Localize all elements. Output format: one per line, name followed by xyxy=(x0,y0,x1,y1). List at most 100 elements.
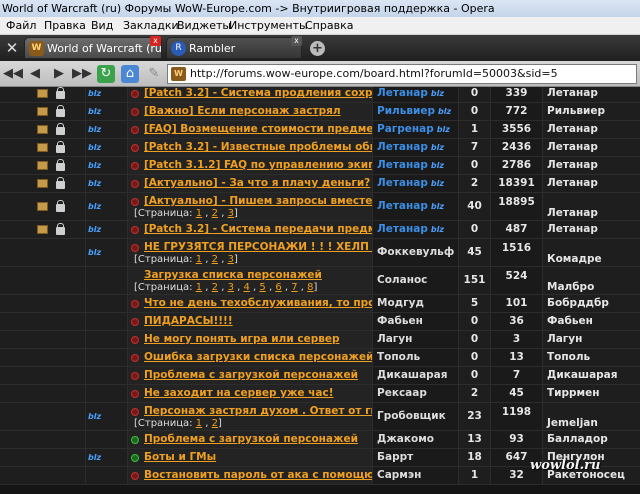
page-link[interactable]: 3 xyxy=(228,282,234,293)
last-poster[interactable]: Лагун xyxy=(547,333,582,345)
last-poster[interactable]: Летанар xyxy=(547,123,598,135)
last-poster[interactable]: Jemeljan xyxy=(547,417,598,429)
topic-title-link[interactable]: Ошибка загрузки списка персонажей xyxy=(144,351,373,363)
author-name[interactable]: Летанар blz xyxy=(377,177,444,189)
author-name[interactable]: Сармэн xyxy=(377,469,421,481)
topic-title-link[interactable]: Не могу понять игра или сервер xyxy=(144,333,340,345)
page-link[interactable]: 1 xyxy=(196,254,202,265)
back-icon[interactable]: ◀ xyxy=(26,65,44,83)
page-link[interactable]: 4 xyxy=(243,282,249,293)
table-row: blz [Patch 3.2] - Система продления сохра… xyxy=(0,87,640,103)
last-poster[interactable]: Фабьен xyxy=(547,315,593,327)
menu-tools[interactable]: Инструменты xyxy=(229,17,308,35)
page-link[interactable]: 2 xyxy=(212,254,218,265)
last-poster[interactable]: Летанар xyxy=(547,223,598,235)
tab-bar: ✕ W World of Warcraft (ru) ... x R Rambl… xyxy=(0,35,640,61)
last-poster[interactable]: Летанар xyxy=(547,159,598,171)
topic-title-link[interactable]: ПИДАРАСЫ!!!! xyxy=(144,315,233,327)
author-name[interactable]: Фабьен xyxy=(377,315,423,327)
page-link[interactable]: 2 xyxy=(212,208,218,219)
author-name[interactable]: Рексаар xyxy=(377,387,427,399)
page-link[interactable]: 3 xyxy=(228,254,234,265)
topic-cell: Не могу понять игра или сервер xyxy=(127,331,372,348)
page-link[interactable]: 8 xyxy=(307,282,313,293)
topic-title-link[interactable]: Проблема с загрузкой персонажей xyxy=(144,369,358,381)
menu-file[interactable]: Файл xyxy=(6,17,36,35)
author-name[interactable]: Лагун xyxy=(377,333,412,345)
menu-view[interactable]: Вид xyxy=(91,17,113,35)
topic-title-link[interactable]: НЕ ГРУЗЯТСЯ ПЕРСОНАЖИ ! ! ! ХЕЛП ! ! ! xyxy=(144,241,394,253)
author-name[interactable]: Соланос xyxy=(377,274,427,286)
last-post-cell: Летанар xyxy=(542,193,640,220)
page-link[interactable]: 7 xyxy=(291,282,297,293)
menu-bookmarks[interactable]: Закладки xyxy=(123,17,179,35)
menu-edit[interactable]: Правка xyxy=(44,17,86,35)
topic-title-link[interactable]: [Актуально] - За что я плачу деньги? xyxy=(144,177,370,189)
author-name[interactable]: Модгуд xyxy=(377,297,424,309)
topic-title-link[interactable]: Загрузка списка персонажей xyxy=(144,269,322,281)
topic-status-icon xyxy=(131,198,139,206)
topic-title-link[interactable]: Не заходит на сервер уже час! xyxy=(144,387,334,399)
author-name[interactable]: Летанар blz xyxy=(377,159,444,171)
topic-title-link[interactable]: [Важно] Если персонаж застрял xyxy=(144,105,341,117)
author-name[interactable]: Дикашарая xyxy=(377,369,448,381)
views-count: 487 xyxy=(505,223,528,235)
topic-cell: Востановить пароль от ака с помощю криди… xyxy=(127,467,443,484)
table-row: Проблема с загрузкой персонажей Джакомо 13… xyxy=(0,431,640,449)
last-poster[interactable]: Летанар xyxy=(547,87,598,99)
last-poster[interactable]: Летанар xyxy=(547,207,598,219)
last-poster[interactable]: Малбро xyxy=(547,281,594,293)
views-cell: 1198 xyxy=(490,403,542,430)
edit-icon[interactable]: ✎ xyxy=(145,65,163,83)
author-name[interactable]: Джакомо xyxy=(377,433,434,445)
page-link[interactable]: 5 xyxy=(259,282,265,293)
reload-icon[interactable]: ↻ xyxy=(97,65,115,83)
page-link[interactable]: 6 xyxy=(275,282,281,293)
last-poster[interactable]: Бобрддбр xyxy=(547,297,609,309)
tab-rambler[interactable]: R Rambler xyxy=(166,37,302,59)
last-poster[interactable]: Рильвиер xyxy=(547,105,605,117)
new-tab-icon[interactable]: + xyxy=(310,41,325,56)
author-name[interactable]: Тополь xyxy=(377,351,420,363)
topic-title-link[interactable]: [Patch 3.2] - Система передачи предметов xyxy=(144,223,403,235)
home-icon[interactable]: ⌂ xyxy=(121,65,139,83)
menu-widgets[interactable]: Виджеты xyxy=(177,17,231,35)
last-poster[interactable]: Балладор xyxy=(547,433,608,445)
address-bar[interactable]: W http://forums.wow-europe.com/board.htm… xyxy=(167,64,637,84)
topic-title-link[interactable]: Боты и ГМы xyxy=(144,451,216,463)
last-poster[interactable]: Летанар xyxy=(547,177,598,189)
author-name[interactable]: Летанар blz xyxy=(377,87,444,99)
page-link[interactable]: 1 xyxy=(196,418,202,429)
last-poster[interactable]: Тополь xyxy=(547,351,590,363)
topic-title-link[interactable]: Проблема с загрузкой персонажей xyxy=(144,433,358,445)
views-cell: 3 xyxy=(490,331,542,348)
tab-close-icon[interactable]: x xyxy=(291,36,302,46)
menu-help[interactable]: Справка xyxy=(305,17,353,35)
last-poster[interactable]: Дикашарая xyxy=(547,369,618,381)
page-link[interactable]: 1 xyxy=(196,208,202,219)
address-text[interactable]: http://forums.wow-europe.com/board.html?… xyxy=(190,65,558,83)
page-link[interactable]: 3 xyxy=(228,208,234,219)
author-name[interactable]: Летанар blz xyxy=(377,200,444,212)
author-name[interactable]: Гробовщик xyxy=(377,410,446,422)
author-cell: Тополь xyxy=(372,349,458,366)
rewind-icon[interactable]: ◀◀ xyxy=(3,65,23,83)
author-name[interactable]: Баррт xyxy=(377,451,413,463)
tab-close-icon[interactable]: x xyxy=(150,36,161,46)
page-link[interactable]: 1 xyxy=(196,282,202,293)
tools-icon[interactable]: ✕ xyxy=(3,39,21,57)
page-link[interactable]: 2 xyxy=(212,282,218,293)
forward-icon[interactable]: ▶ xyxy=(50,65,68,83)
topic-title-link[interactable]: [Актуально] - Пишем запросы вместе! xyxy=(144,195,377,207)
author-name[interactable]: Фоккевульф xyxy=(377,246,454,258)
last-poster[interactable]: Комадре xyxy=(547,253,602,265)
author-name[interactable]: Летанар blz xyxy=(377,141,444,153)
page-link[interactable]: 2 xyxy=(212,418,218,429)
tab-wow[interactable]: W World of Warcraft (ru) ... xyxy=(24,37,162,59)
last-poster[interactable]: Тиррмен xyxy=(547,387,600,399)
author-name[interactable]: Летанар blz xyxy=(377,223,444,235)
author-name[interactable]: Рильвиер blz xyxy=(377,105,451,117)
last-poster[interactable]: Летанар xyxy=(547,141,598,153)
fast-forward-icon[interactable]: ▶▶ xyxy=(72,65,92,83)
author-name[interactable]: Рагренар blz xyxy=(377,123,450,135)
